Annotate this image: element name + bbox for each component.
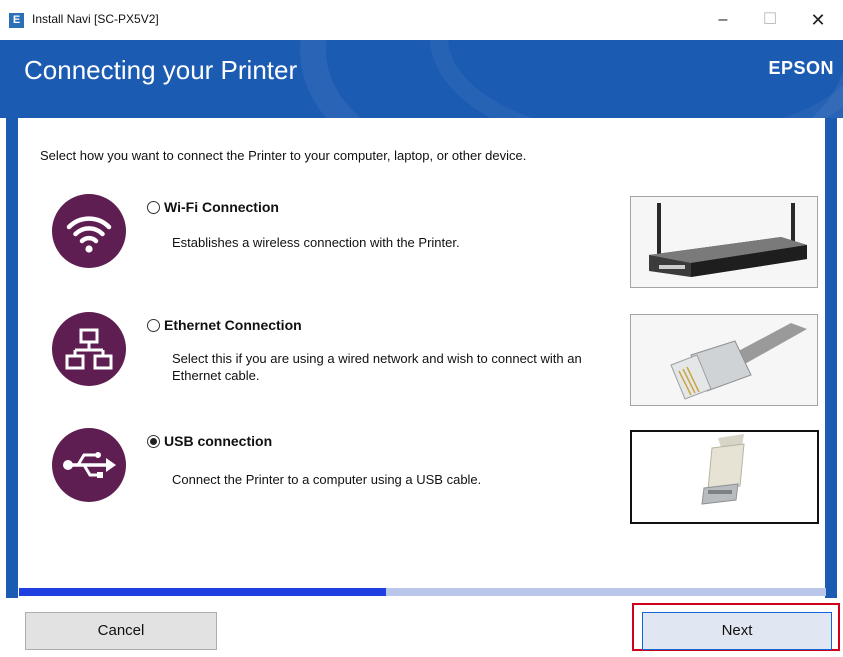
usb-radio[interactable] [147,435,160,448]
ethernet-option-description: Select this if you are using a wired net… [172,351,582,383]
wifi-radio[interactable] [147,201,160,214]
page-header: Connecting your Printer EPSON [0,40,843,118]
ethernet-option-label[interactable]: Ethernet Connection [164,317,302,333]
header-decoration [430,40,843,118]
app-icon: E [9,13,24,28]
wireless-router-photo [630,196,818,288]
next-button[interactable]: Next [642,612,832,650]
usb-option-label[interactable]: USB connection [164,433,272,449]
maximize-button[interactable]: ☐ [747,0,793,40]
instruction-text: Select how you want to connect the Print… [40,148,527,163]
close-button[interactable]: ✕ [795,0,841,40]
ethernet-radio[interactable] [147,319,160,332]
cancel-button[interactable]: Cancel [25,612,217,650]
progress-fill [19,588,387,596]
epson-logo: EPSON [768,58,834,78]
wifi-option-label[interactable]: Wi-Fi Connection [164,199,279,215]
usb-cable-photo [630,430,819,524]
usb-icon [52,428,126,502]
wifi-option-description: Establishes a wireless connection with t… [172,235,460,250]
progress-bar [19,588,826,596]
minimize-button[interactable]: – [700,0,746,40]
window-title-bar: E Install Navi [SC-PX5V2] – ☐ ✕ [0,0,843,41]
page-title: Connecting your Printer [24,55,298,85]
wifi-icon [52,194,126,268]
ethernet-cable-photo [630,314,818,406]
usb-option-description: Connect the Printer to a computer using … [172,472,482,487]
network-icon [52,312,126,386]
window-title: Install Navi [SC-PX5V2] [32,12,159,26]
